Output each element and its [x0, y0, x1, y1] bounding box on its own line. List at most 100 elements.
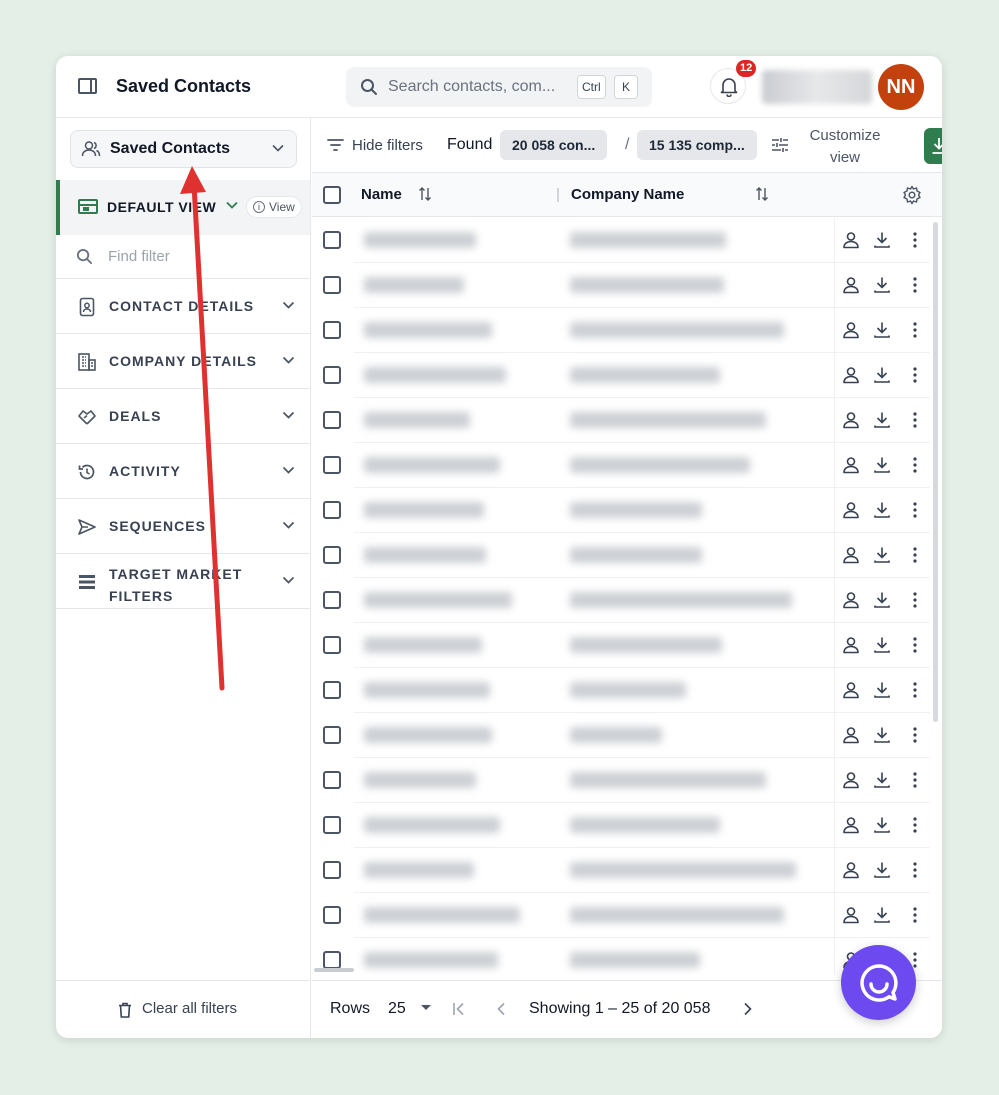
company-name-blurred[interactable]	[570, 727, 662, 743]
person-icon[interactable]	[841, 455, 861, 475]
row-checkbox[interactable]	[323, 726, 341, 744]
row-checkbox[interactable]	[323, 771, 341, 789]
more-vertical-icon[interactable]	[905, 860, 925, 880]
section-contact-details[interactable]: CONTACT DETAILS	[56, 279, 310, 334]
chat-support-button[interactable]	[841, 945, 916, 1020]
company-name-blurred[interactable]	[570, 862, 796, 878]
clear-all-filters-button[interactable]: Clear all filters	[56, 980, 310, 1038]
row-checkbox[interactable]	[323, 951, 341, 969]
person-icon[interactable]	[841, 365, 861, 385]
download-icon[interactable]	[872, 455, 892, 475]
person-icon[interactable]	[841, 635, 861, 655]
person-icon[interactable]	[841, 860, 861, 880]
person-icon[interactable]	[841, 725, 861, 745]
table-row[interactable]	[312, 398, 942, 443]
table-row[interactable]	[312, 218, 942, 263]
companies-count-chip[interactable]: 15 135 comp...	[637, 130, 757, 160]
view-info-pill[interactable]: i View	[246, 196, 302, 218]
row-checkbox[interactable]	[323, 456, 341, 474]
table-row[interactable]	[312, 668, 942, 713]
row-checkbox[interactable]	[323, 411, 341, 429]
more-vertical-icon[interactable]	[905, 905, 925, 925]
filter-lines-icon[interactable]	[327, 138, 344, 152]
download-icon[interactable]	[872, 815, 892, 835]
company-name-blurred[interactable]	[570, 637, 722, 653]
section-company-details[interactable]: COMPANY DETAILS	[56, 334, 310, 389]
row-checkbox[interactable]	[323, 231, 341, 249]
table-row[interactable]	[312, 443, 942, 488]
contact-name-blurred[interactable]	[364, 457, 500, 473]
company-name-blurred[interactable]	[570, 367, 720, 383]
person-icon[interactable]	[841, 500, 861, 520]
contact-name-blurred[interactable]	[364, 232, 476, 248]
person-icon[interactable]	[841, 320, 861, 340]
more-vertical-icon[interactable]	[905, 455, 925, 475]
company-name-blurred[interactable]	[570, 907, 784, 923]
more-vertical-icon[interactable]	[905, 275, 925, 295]
column-header-company[interactable]: Company Name	[571, 186, 684, 203]
section-deals[interactable]: DEALS	[56, 389, 310, 444]
download-icon[interactable]	[872, 410, 892, 430]
table-row[interactable]	[312, 308, 942, 353]
more-vertical-icon[interactable]	[905, 680, 925, 700]
company-name-blurred[interactable]	[570, 547, 702, 563]
contact-name-blurred[interactable]	[364, 637, 482, 653]
customize-view-button[interactable]: Customize view	[799, 125, 891, 169]
table-row[interactable]	[312, 758, 942, 803]
company-name-blurred[interactable]	[570, 232, 726, 248]
user-name-blurred[interactable]	[762, 70, 872, 104]
person-icon[interactable]	[841, 680, 861, 700]
next-page-icon[interactable]	[743, 1002, 753, 1016]
more-vertical-icon[interactable]	[905, 365, 925, 385]
download-icon[interactable]	[872, 590, 892, 610]
gear-icon[interactable]	[902, 185, 922, 205]
person-icon[interactable]	[841, 590, 861, 610]
row-checkbox[interactable]	[323, 636, 341, 654]
contact-name-blurred[interactable]	[364, 907, 520, 923]
download-icon[interactable]	[872, 725, 892, 745]
row-checkbox[interactable]	[323, 906, 341, 924]
download-icon[interactable]	[872, 230, 892, 250]
table-row[interactable]	[312, 533, 942, 578]
find-filter-input[interactable]: Find filter	[56, 235, 310, 279]
previous-page-icon[interactable]	[496, 1002, 506, 1016]
more-vertical-icon[interactable]	[905, 815, 925, 835]
contact-name-blurred[interactable]	[364, 817, 500, 833]
download-icon[interactable]	[872, 905, 892, 925]
more-vertical-icon[interactable]	[905, 500, 925, 520]
table-row[interactable]	[312, 803, 942, 848]
search-input[interactable]: Search contacts, com... Ctrl K	[346, 67, 652, 107]
vertical-scrollbar[interactable]	[933, 222, 938, 722]
row-checkbox[interactable]	[323, 591, 341, 609]
more-vertical-icon[interactable]	[905, 410, 925, 430]
contact-name-blurred[interactable]	[364, 682, 490, 698]
more-vertical-icon[interactable]	[905, 590, 925, 610]
person-icon[interactable]	[841, 230, 861, 250]
contacts-count-chip[interactable]: 20 058 con...	[500, 130, 608, 160]
table-row[interactable]	[312, 713, 942, 758]
person-icon[interactable]	[841, 815, 861, 835]
first-page-icon[interactable]	[452, 1002, 466, 1016]
download-icon[interactable]	[872, 275, 892, 295]
contact-name-blurred[interactable]	[364, 727, 492, 743]
more-vertical-icon[interactable]	[905, 770, 925, 790]
person-icon[interactable]	[841, 545, 861, 565]
company-name-blurred[interactable]	[570, 277, 724, 293]
download-icon[interactable]	[872, 770, 892, 790]
section-activity[interactable]: ACTIVITY	[56, 444, 310, 499]
company-name-blurred[interactable]	[570, 412, 766, 428]
section-sequences[interactable]: SEQUENCES	[56, 499, 310, 554]
more-vertical-icon[interactable]	[905, 230, 925, 250]
contact-name-blurred[interactable]	[364, 412, 470, 428]
sidebar-toggle-icon[interactable]	[78, 78, 97, 94]
sliders-icon[interactable]	[771, 137, 789, 153]
person-icon[interactable]	[841, 275, 861, 295]
contact-name-blurred[interactable]	[364, 367, 506, 383]
saved-contacts-dropdown[interactable]: Saved Contacts	[70, 130, 297, 168]
contact-name-blurred[interactable]	[364, 772, 476, 788]
company-name-blurred[interactable]	[570, 457, 750, 473]
sort-icon[interactable]	[755, 186, 769, 202]
contact-name-blurred[interactable]	[364, 592, 512, 608]
table-row[interactable]	[312, 893, 942, 938]
row-checkbox[interactable]	[323, 861, 341, 879]
